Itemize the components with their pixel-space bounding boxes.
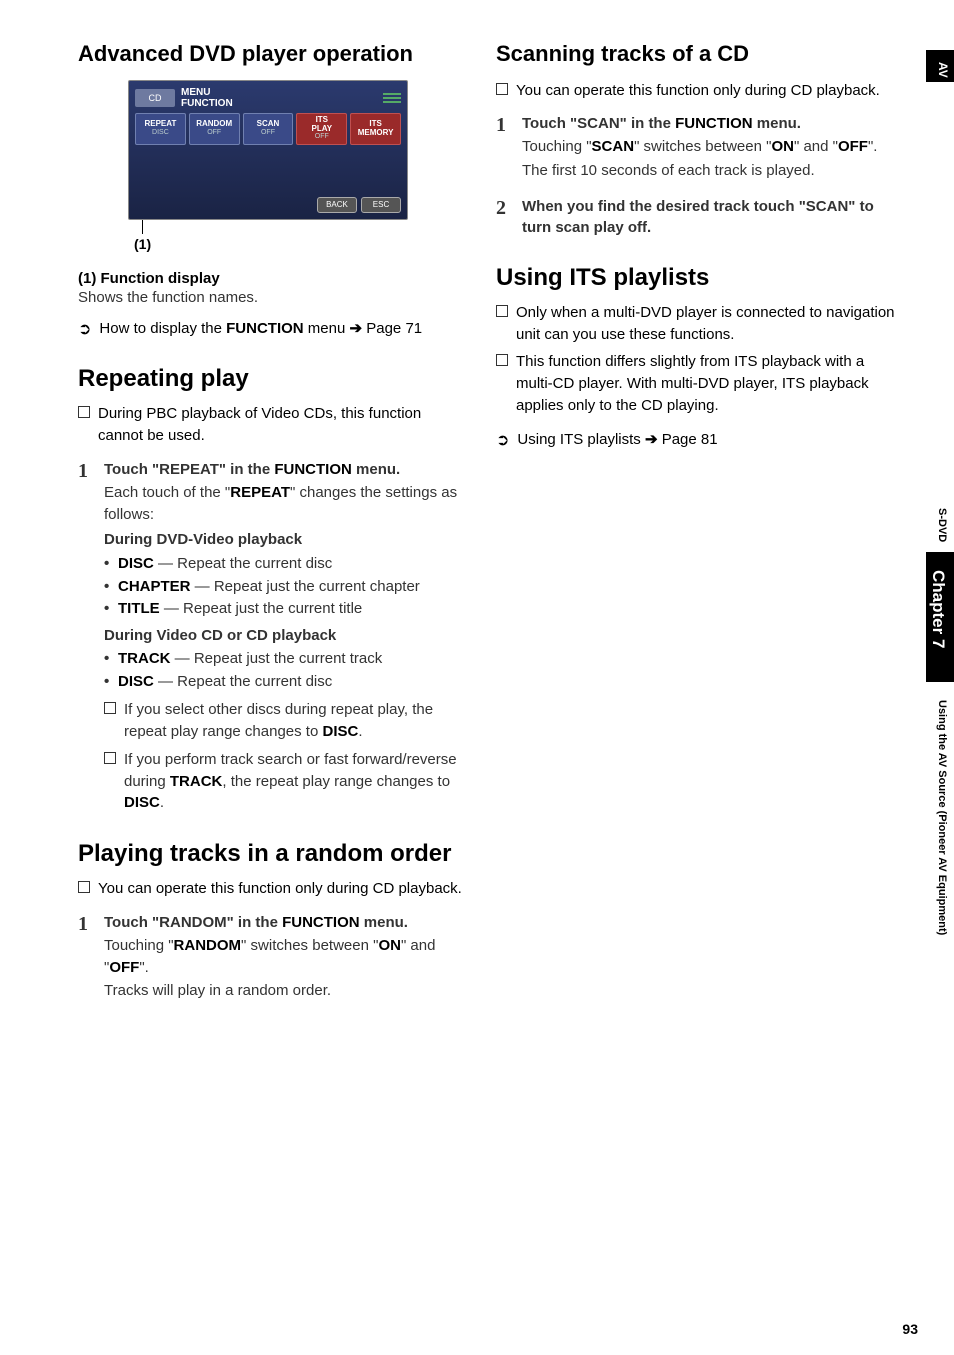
- crossref-its-playlists: ➲ Using ITS playlists ➔ Page 81: [496, 429, 896, 450]
- heading-using-its: Using ITS playlists: [496, 264, 896, 292]
- callout-line: [142, 220, 143, 234]
- left-column: Advanced DVD player operation CD MENU FU…: [78, 40, 468, 1335]
- note-box-icon: [496, 305, 508, 317]
- heading-repeating-play: Repeating play: [78, 365, 468, 393]
- step-head: Touch "REPEAT" in the FUNCTION menu.: [104, 459, 468, 480]
- function-tabs: REPEATDISC RANDOMOFF SCANOFF ITS PLAYOFF…: [135, 113, 401, 145]
- bullet-chapter: CHAPTER — Repeat just the current chapte…: [104, 576, 468, 599]
- crossref-function-menu: ➲ How to display the FUNCTION menu ➔ Pag…: [78, 318, 468, 339]
- step-body-2: Tracks will play in a random order.: [104, 980, 468, 1002]
- crossref-text: Using ITS playlists ➔ Page 81: [517, 429, 717, 450]
- step-number: 1: [496, 111, 506, 140]
- menu-label: MENU: [181, 87, 233, 98]
- note-its-differs-text: This function differs slightly from ITS …: [516, 351, 896, 416]
- step-body-1: Touching "RANDOM" switches between "ON" …: [104, 935, 468, 979]
- note-cd-only-scan: You can operate this function only durin…: [496, 80, 896, 102]
- side-label-sdvd: S-DVD: [936, 508, 948, 542]
- heading-random-order: Playing tracks in a random order: [78, 840, 468, 868]
- step-1-repeat: 1 Touch "REPEAT" in the FUNCTION menu. E…: [78, 459, 468, 814]
- note-box-icon: [104, 752, 116, 764]
- right-column: Scanning tracks of a CD You can operate …: [496, 40, 896, 1335]
- note-track-search-text: If you perform track search or fast forw…: [124, 749, 468, 814]
- note-its-differs: This function differs slightly from ITS …: [496, 351, 896, 416]
- note-other-discs: If you select other discs during repeat …: [104, 699, 468, 743]
- note-box-icon: [496, 83, 508, 95]
- note-box-icon: [78, 881, 90, 893]
- crossref-arrow-icon: ➲: [78, 319, 91, 339]
- bullet-title: TITLE — Repeat just the current title: [104, 598, 468, 621]
- note-cd-only-random-text: You can operate this function only durin…: [98, 878, 468, 900]
- page: Advanced DVD player operation CD MENU FU…: [0, 0, 954, 1355]
- tab-repeat[interactable]: REPEATDISC: [135, 113, 186, 145]
- esc-button[interactable]: ESC: [361, 197, 401, 213]
- callout-number-1: (1): [134, 236, 408, 252]
- note-other-discs-text: If you select other discs during repeat …: [124, 699, 468, 743]
- side-label-av: AV: [936, 62, 950, 78]
- side-label-using: Using the AV Source (Pioneer AV Equipmen…: [936, 700, 948, 935]
- back-button[interactable]: BACK: [317, 197, 357, 213]
- subhead-dvd-video: During DVD-Video playback: [104, 529, 468, 551]
- note-multi-dvd: Only when a multi-DVD player is connecte…: [496, 302, 896, 346]
- step-1-random: 1 Touch "RANDOM" in the FUNCTION menu. T…: [78, 912, 468, 1002]
- step-body-2: The first 10 seconds of each track is pl…: [522, 160, 896, 182]
- note-cd-only-random: You can operate this function only durin…: [78, 878, 468, 900]
- heading-advanced-dvd: Advanced DVD player operation: [78, 40, 468, 68]
- step-head: Touch "SCAN" in the FUNCTION menu.: [522, 113, 896, 134]
- bullets-cd: TRACK — Repeat just the current track DI…: [104, 648, 468, 693]
- steps-scan: 1 Touch "SCAN" in the FUNCTION menu. Tou…: [496, 113, 896, 238]
- cd-icon: CD: [135, 89, 175, 107]
- bullet-disc-2: DISC — Repeat the current disc: [104, 671, 468, 694]
- side-label-chapter: Chapter 7: [928, 570, 948, 648]
- function-display-label: (1) Function display: [78, 270, 468, 287]
- bullets-dvd: DISC — Repeat the current disc CHAPTER —…: [104, 553, 468, 621]
- note-box-icon: [78, 406, 90, 418]
- step-head: When you find the desired track touch "S…: [522, 196, 896, 238]
- function-label: FUNCTION: [181, 98, 233, 109]
- note-pbc: During PBC playback of Video CDs, this f…: [78, 403, 468, 447]
- tab-scan[interactable]: SCANOFF: [243, 113, 294, 145]
- subhead-video-cd: During Video CD or CD playback: [104, 625, 468, 647]
- step-head: Touch "RANDOM" in the FUNCTION menu.: [104, 912, 468, 933]
- page-number: 93: [902, 1321, 918, 1337]
- steps-repeating: 1 Touch "REPEAT" in the FUNCTION menu. E…: [78, 459, 468, 814]
- step-number: 1: [78, 910, 88, 939]
- step-1-scan: 1 Touch "SCAN" in the FUNCTION menu. Tou…: [496, 113, 896, 182]
- note-multi-dvd-text: Only when a multi-DVD player is connecte…: [516, 302, 896, 346]
- tab-its-memory[interactable]: ITS MEMORY: [350, 113, 401, 145]
- note-box-icon: [496, 354, 508, 366]
- tab-its-play[interactable]: ITS PLAYOFF: [296, 113, 347, 145]
- bullet-disc: DISC — Repeat the current disc: [104, 553, 468, 576]
- crossref-arrow-icon: ➲: [496, 430, 509, 450]
- step-number: 1: [78, 457, 88, 486]
- heading-scanning: Scanning tracks of a CD: [496, 40, 896, 68]
- note-pbc-text: During PBC playback of Video CDs, this f…: [98, 403, 468, 447]
- step-body-1: Touching "SCAN" switches between "ON" an…: [522, 136, 896, 158]
- step-2-scan: 2 When you find the desired track touch …: [496, 196, 896, 238]
- step-body: Each touch of the "REPEAT" changes the s…: [104, 482, 468, 526]
- steps-random: 1 Touch "RANDOM" in the FUNCTION menu. T…: [78, 912, 468, 1002]
- note-box-icon: [104, 702, 116, 714]
- function-display-desc: (1) Function display Shows the function …: [78, 270, 468, 309]
- function-display-body: Shows the function names.: [78, 287, 468, 309]
- step-number: 2: [496, 194, 506, 223]
- menu-bars-icon: [383, 93, 401, 103]
- note-track-search: If you perform track search or fast forw…: [104, 749, 468, 814]
- crossref-text: How to display the FUNCTION menu ➔ Page …: [99, 318, 422, 339]
- tab-random[interactable]: RANDOMOFF: [189, 113, 240, 145]
- function-menu-screenshot: CD MENU FUNCTION REPEATDISC RANDOMOFF SC…: [128, 80, 408, 220]
- function-menu-figure: CD MENU FUNCTION REPEATDISC RANDOMOFF SC…: [128, 80, 408, 252]
- bullet-track: TRACK — Repeat just the current track: [104, 648, 468, 671]
- note-cd-only-scan-text: You can operate this function only durin…: [516, 80, 896, 102]
